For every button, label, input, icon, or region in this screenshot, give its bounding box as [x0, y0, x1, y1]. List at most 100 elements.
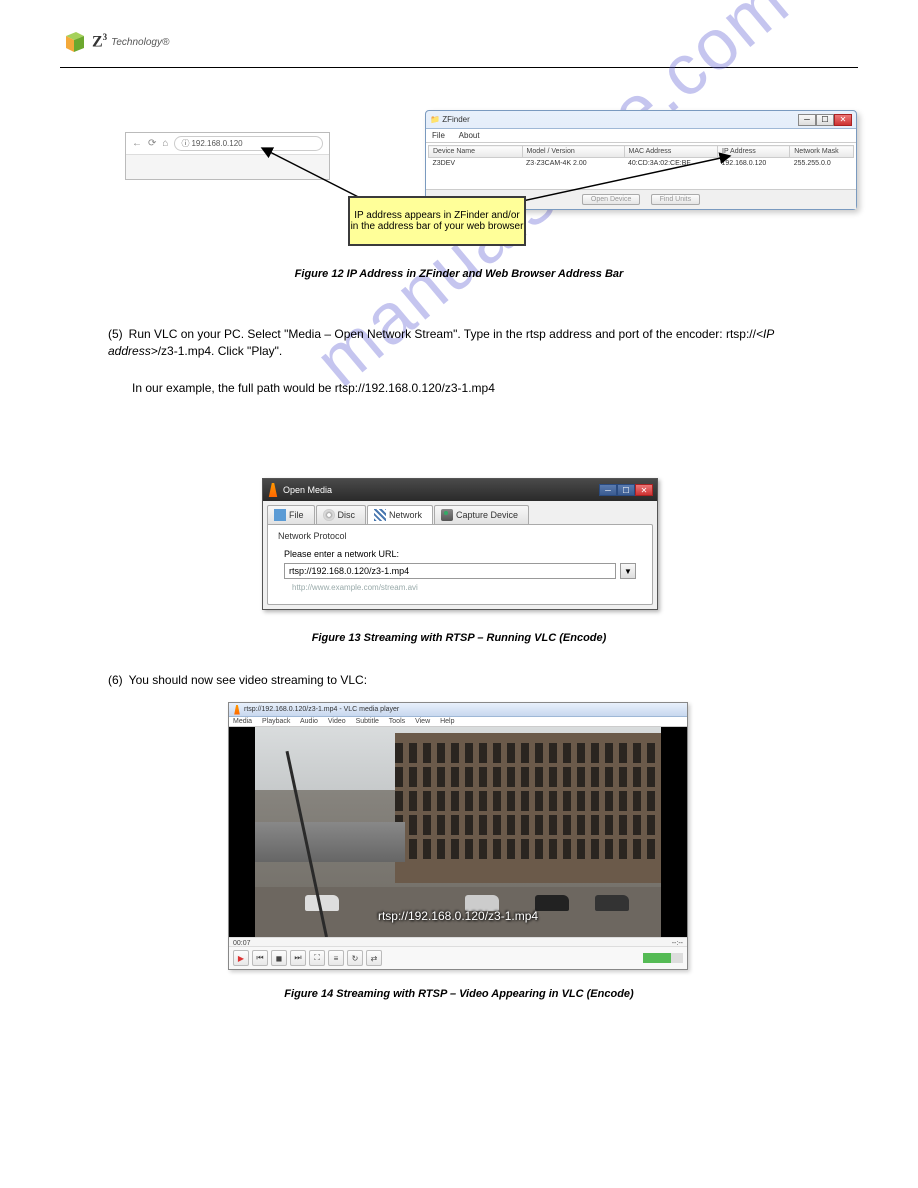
network-url-input[interactable]	[284, 563, 616, 579]
address-bar[interactable]: ⓘ 192.168.0.120	[174, 136, 323, 151]
stop-button[interactable]: ◼	[271, 950, 287, 966]
vlc-cone-icon	[233, 705, 241, 715]
menu-subtitle[interactable]: Subtitle	[356, 718, 379, 725]
building	[395, 733, 661, 883]
menu-view[interactable]: View	[415, 718, 430, 725]
table-header-row: Device Name Model / Version MAC Address …	[429, 146, 854, 158]
reload-icon: ⟳	[148, 138, 156, 149]
tab-capture[interactable]: Capture Device	[434, 505, 529, 524]
logo-text: Z3	[92, 32, 107, 51]
step-5-line2: In our example, the full path would be r…	[132, 380, 495, 397]
timeline[interactable]: 00:07 --:--	[229, 937, 687, 947]
find-units-button[interactable]: Find Units	[651, 194, 701, 205]
playlist-button[interactable]: ≡	[328, 950, 344, 966]
vlc-player-window: rtsp://192.168.0.120/z3-1.mp4 - VLC medi…	[228, 702, 688, 970]
disc-icon	[323, 509, 335, 521]
loop-button[interactable]: ↻	[347, 950, 363, 966]
next-button[interactable]: ⏭	[290, 950, 306, 966]
device-table: Device Name Model / Version MAC Address …	[428, 145, 854, 187]
play-button[interactable]: ▶	[233, 950, 249, 966]
vlc-title: Open Media	[283, 485, 332, 495]
vlc-open-media-dialog: Open Media ─ ☐ ✕ File Disc Network Captu…	[262, 478, 658, 610]
maximize-button[interactable]: ☐	[617, 484, 635, 496]
car-icon	[535, 895, 569, 911]
player-title-text: rtsp://192.168.0.120/z3-1.mp4 - VLC medi…	[244, 706, 399, 713]
capture-icon	[441, 509, 453, 521]
back-icon: ←	[132, 138, 142, 149]
url-hint: http://www.example.com/stream.avi	[292, 583, 642, 592]
figure-13-caption: Figure 13 Streaming with RTSP – Running …	[0, 632, 918, 644]
vlc-cone-icon	[267, 483, 279, 497]
url-prompt: Please enter a network URL:	[284, 549, 642, 559]
logo-sup: 3	[103, 32, 108, 42]
network-panel: Network Protocol Please enter a network …	[267, 524, 653, 605]
figure-12-caption: Figure 12 IP Address in ZFinder and Web …	[0, 268, 918, 280]
logo: Z3 Technology®	[60, 28, 858, 56]
time-total: --:--	[672, 940, 683, 944]
video-canvas: rtsp://192.168.0.120/z3-1.mp4	[229, 727, 687, 937]
fullscreen-button[interactable]: ⛶	[309, 950, 325, 966]
home-icon: ⌂	[162, 138, 168, 149]
menu-about[interactable]: About	[459, 131, 480, 140]
minimize-button[interactable]: ─	[599, 484, 617, 496]
zfinder-window: 📁 ZFinder ─ ☐ ✕ File About Device Name M…	[425, 110, 857, 210]
volume-slider[interactable]	[643, 953, 683, 963]
col-mac[interactable]: MAC Address	[624, 146, 718, 158]
logo-cube-icon	[60, 28, 88, 56]
maximize-button[interactable]: ☐	[816, 114, 834, 126]
col-ip[interactable]: IP Address	[718, 146, 790, 158]
logo-letter: Z	[92, 34, 103, 51]
menu-video[interactable]: Video	[328, 718, 346, 725]
stream-url-overlay: rtsp://192.168.0.120/z3-1.mp4	[378, 909, 538, 923]
close-button[interactable]: ✕	[635, 484, 653, 496]
table-row[interactable]: Z3DEV Z3·Z3CAM-4K 2.00 40:CD:3A:02:CE:BF…	[429, 158, 854, 170]
overpass	[255, 822, 405, 862]
tab-file[interactable]: File	[267, 505, 315, 524]
network-protocol-label: Network Protocol	[278, 531, 642, 541]
address-text: 192.168.0.120	[191, 139, 242, 148]
menu-file[interactable]: File	[432, 131, 445, 140]
menu-audio[interactable]: Audio	[300, 718, 318, 725]
cell-ip: 192.168.0.120	[718, 158, 790, 170]
minimize-button[interactable]: ─	[798, 114, 816, 126]
menu-playback[interactable]: Playback	[262, 718, 290, 725]
zfinder-menu: File About	[426, 129, 856, 143]
tab-disc[interactable]: Disc	[316, 505, 367, 524]
logo-subtext: Technology®	[111, 37, 169, 48]
vlc-tabs: File Disc Network Capture Device	[267, 505, 653, 524]
dropdown-button[interactable]: ▼	[620, 563, 636, 579]
col-device-name[interactable]: Device Name	[429, 146, 523, 158]
open-device-button[interactable]: Open Device	[582, 194, 640, 205]
menu-media[interactable]: Media	[233, 718, 252, 725]
car-icon	[595, 895, 629, 911]
menu-help[interactable]: Help	[440, 718, 454, 725]
player-menu: Media Playback Audio Video Subtitle Tool…	[229, 717, 687, 727]
col-model[interactable]: Model / Version	[522, 146, 624, 158]
cell-model: Z3·Z3CAM-4K 2.00	[522, 158, 624, 170]
cell-mac: 40:CD:3A:02:CE:BF	[624, 158, 718, 170]
col-mask[interactable]: Network Mask	[790, 146, 854, 158]
vlc-titlebar: Open Media ─ ☐ ✕	[263, 479, 657, 501]
figure-14-caption: Figure 14 Streaming with RTSP – Video Ap…	[0, 988, 918, 1000]
menu-tools[interactable]: Tools	[389, 718, 405, 725]
player-titlebar: rtsp://192.168.0.120/z3-1.mp4 - VLC medi…	[229, 703, 687, 717]
zfinder-titlebar: 📁 ZFinder ─ ☐ ✕	[426, 111, 856, 129]
player-controls: ▶ ⏮ ◼ ⏭ ⛶ ≡ ↻ ⇄	[229, 947, 687, 969]
prev-button[interactable]: ⏮	[252, 950, 268, 966]
page-header: Z3 Technology®	[60, 28, 858, 68]
shuffle-button[interactable]: ⇄	[366, 950, 382, 966]
step-5: (5)Run VLC on your PC. Select "Media – O…	[108, 326, 828, 360]
callout-note: IP address appears in ZFinder and/or in …	[348, 196, 526, 246]
time-elapsed: 00:07	[233, 940, 251, 944]
browser-screenshot: ← ⟳ ⌂ ⓘ 192.168.0.120	[125, 132, 330, 180]
callout-text: IP address appears in ZFinder and/or in …	[350, 210, 524, 232]
info-icon: ⓘ	[181, 138, 189, 149]
cell-device-name: Z3DEV	[429, 158, 523, 170]
cell-mask: 255.255.0.0	[790, 158, 854, 170]
tab-network[interactable]: Network	[367, 505, 433, 524]
network-icon	[374, 509, 386, 521]
zfinder-title: 📁 ZFinder	[430, 115, 470, 124]
step-6: (6)You should now see video streaming to…	[108, 672, 367, 689]
file-icon	[274, 509, 286, 521]
close-button[interactable]: ✕	[834, 114, 852, 126]
